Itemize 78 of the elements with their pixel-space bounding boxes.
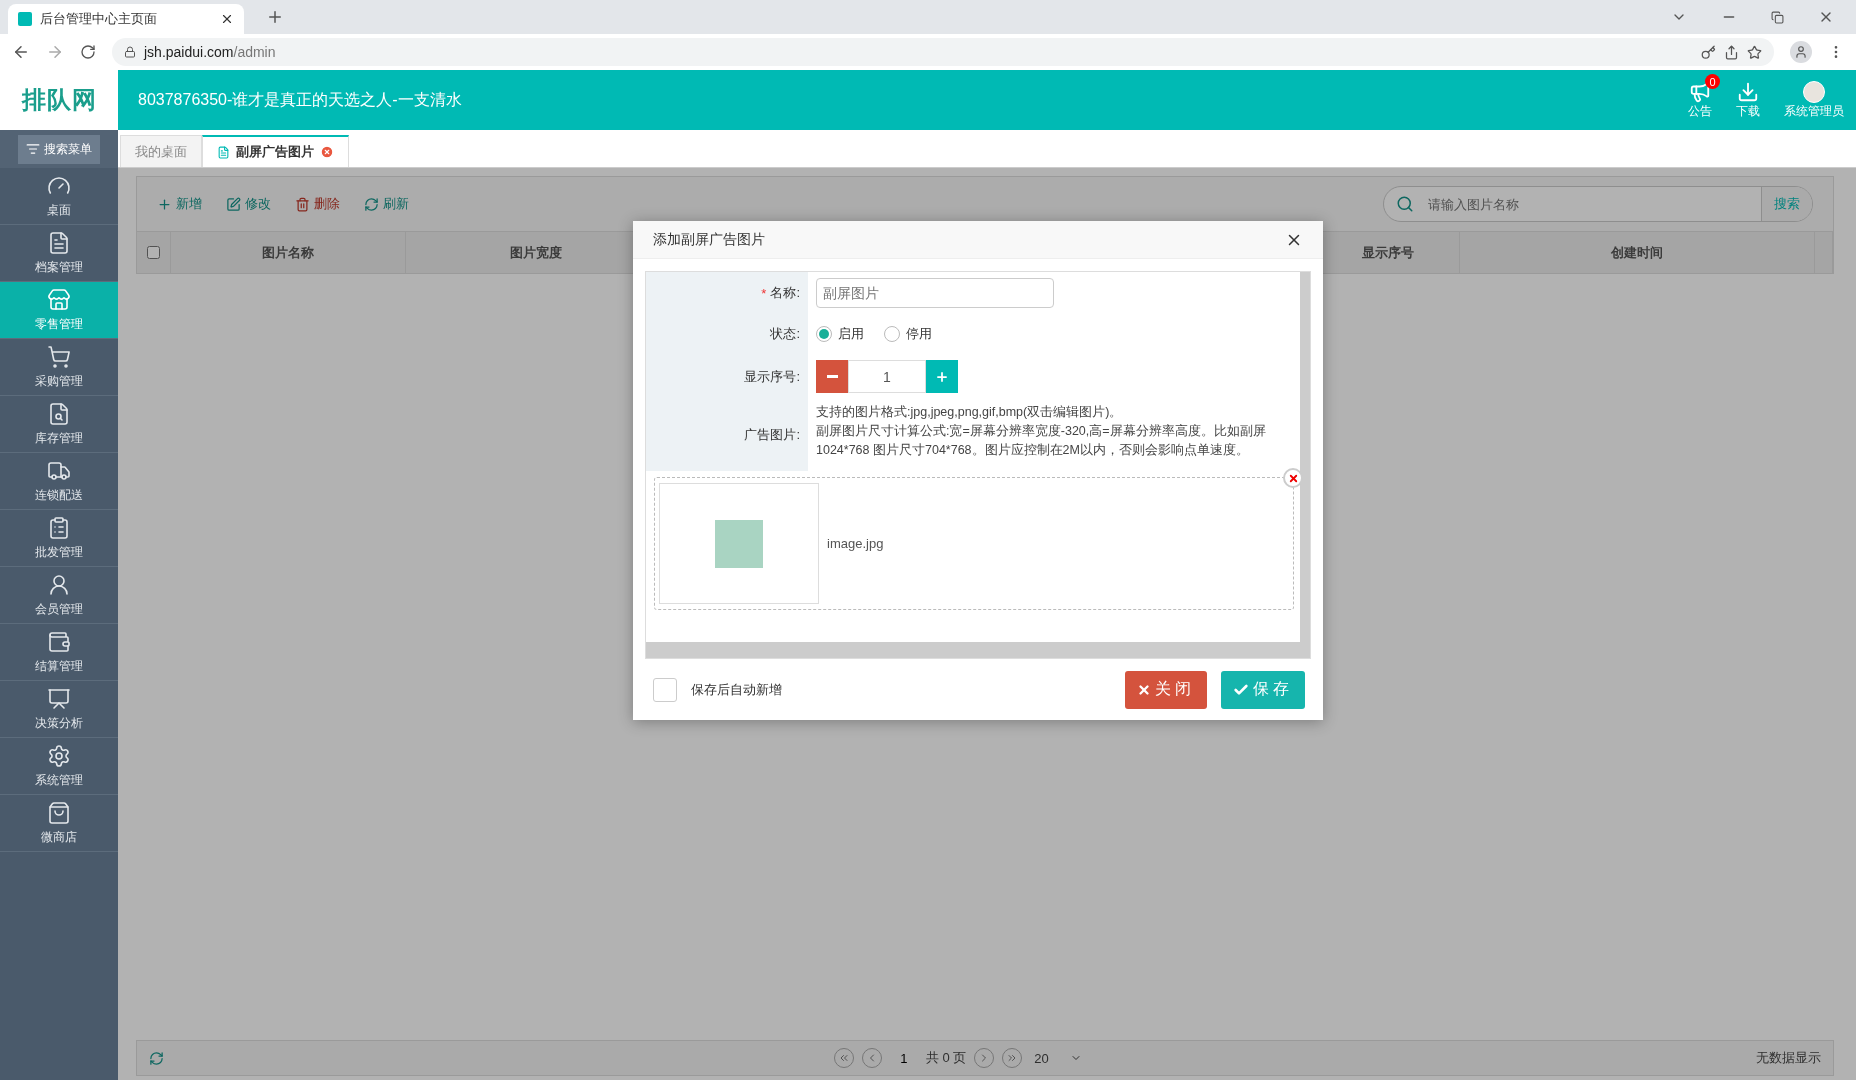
field-label: * 名称: <box>646 272 808 315</box>
file-name: image.jpg <box>827 536 884 552</box>
photo-placeholder <box>715 519 763 568</box>
vertical-scrollbar[interactable] <box>1300 272 1310 643</box>
settings-icon <box>47 743 71 768</box>
user-icon <box>47 572 71 597</box>
field-label: 状态: <box>646 314 808 355</box>
column-header: 创建时间 <box>1460 232 1815 273</box>
tab[interactable]: 副屏广告图片 <box>202 135 349 167</box>
notice-button[interactable]: 公告 0 <box>1676 70 1724 130</box>
minus-icon <box>826 375 838 379</box>
close-icon <box>1287 472 1299 484</box>
remove-button[interactable] <box>1283 468 1303 489</box>
logo: 排队网 <box>0 70 118 130</box>
toolbar-button[interactable]: 新增 <box>157 195 202 213</box>
name-field[interactable]: 副屏图片 <box>816 278 1054 309</box>
edit-icon <box>226 196 241 212</box>
tab[interactable]: 我的桌面 <box>120 135 202 167</box>
trash-icon <box>295 196 310 212</box>
browser-tab[interactable]: 后台管理中心主页面 <box>8 4 244 34</box>
page-count: 共 0 页 <box>925 1049 967 1067</box>
plus-icon <box>157 196 172 212</box>
bag-icon <box>47 800 71 825</box>
column-header: 图片名称 <box>171 232 406 273</box>
clipboard-icon <box>47 515 71 540</box>
page-input[interactable]: 1 <box>889 1046 918 1070</box>
document-icon <box>47 230 71 255</box>
favicon-icon <box>18 12 32 26</box>
star-icon[interactable] <box>1747 44 1762 60</box>
url-text: jsh.paidui.com/admin <box>144 44 276 60</box>
close-icon <box>1137 682 1151 697</box>
address-bar[interactable]: jsh.paidui.com/admin <box>112 38 1774 66</box>
share-icon[interactable] <box>1724 44 1739 60</box>
store-icon <box>47 287 71 312</box>
toolbar-button[interactable]: 刷新 <box>364 195 409 213</box>
chart-board-icon <box>47 686 71 711</box>
filter-icon <box>26 142 40 156</box>
lock-icon <box>124 46 136 58</box>
download-icon <box>1737 80 1759 103</box>
radio-option[interactable]: 启用 <box>816 325 864 344</box>
document-search-icon <box>47 401 71 426</box>
field-label: 显示序号: <box>646 354 808 400</box>
checkbox[interactable] <box>653 677 677 702</box>
increment-button[interactable] <box>926 360 958 394</box>
notice-count: 0 <box>1705 74 1720 89</box>
forward-icon[interactable] <box>46 43 64 61</box>
refresh-icon[interactable] <box>149 1050 164 1066</box>
decrement-button[interactable] <box>816 360 848 394</box>
search-icon <box>1396 195 1414 213</box>
checkbox-label: 保存后自动新增 <box>691 680 782 699</box>
restore-icon[interactable] <box>1771 10 1784 24</box>
horizontal-scrollbar[interactable] <box>646 642 1310 659</box>
key-icon[interactable] <box>1701 44 1716 60</box>
cart-icon <box>47 344 71 369</box>
close-icon[interactable] <box>220 12 234 26</box>
hint-text: 副屏图片尺寸计算公式:宽=屏幕分辨率宽度-320,高=屏幕分辨率高度。比如副屏1024*768 图片尺寸704*768。图片应控制在2M以内，否则会影响点单速度。 <box>816 423 1267 460</box>
close-button[interactable]: 关闭 <box>1125 670 1207 709</box>
header-title: 8037876350-谁才是真正的天选之人-一支清水 <box>137 89 463 110</box>
avatar <box>1803 80 1825 103</box>
document-icon <box>217 145 230 159</box>
pager-status: 无数据显示 <box>1756 1049 1821 1067</box>
toolbar-button[interactable]: 删除 <box>295 195 340 213</box>
plus-icon <box>935 369 949 384</box>
reload-icon[interactable] <box>80 44 96 60</box>
search-menu-button[interactable]: 搜索菜单 <box>18 134 100 164</box>
required-mark: * <box>761 285 767 301</box>
refresh-icon <box>364 196 379 212</box>
wallet-icon <box>47 629 71 654</box>
back-icon[interactable] <box>12 43 30 61</box>
order-field[interactable]: 1 <box>848 360 926 394</box>
profile-icon[interactable] <box>1790 41 1812 63</box>
select-all-checkbox[interactable] <box>147 246 160 259</box>
new-tab-icon[interactable] <box>266 8 284 26</box>
hint-text: 支持的图片格式:jpg,jpeg,png,gif,bmp(双击编辑图片)。 <box>816 404 1124 422</box>
field-label: 广告图片: <box>646 399 808 472</box>
radio-option[interactable]: 停用 <box>884 325 932 344</box>
page-size-select[interactable]: 20 <box>1030 1046 1087 1070</box>
tab-title: 后台管理中心主页面 <box>40 10 157 28</box>
